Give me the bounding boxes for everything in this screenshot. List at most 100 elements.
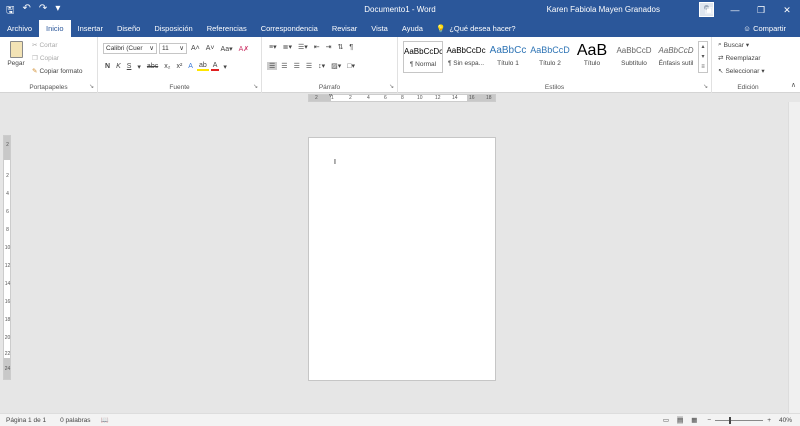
format-painter-label: Copiar formato [39, 67, 83, 75]
document-page[interactable]: I [308, 137, 496, 381]
close-icon[interactable]: ✕ [774, 0, 800, 20]
page-count[interactable]: Página 1 de 1 [6, 417, 46, 424]
font-name-combo[interactable]: Calibri (Cuer ∨ [103, 43, 157, 54]
minimize-icon[interactable]: — [722, 0, 748, 20]
print-layout-icon[interactable]: ▤ [677, 416, 684, 424]
justify-icon[interactable]: ☰ [304, 62, 314, 70]
underline-icon[interactable]: S [125, 63, 134, 70]
superscript-icon[interactable]: x² [174, 63, 184, 70]
paragraph-group-label: Párrafo [318, 84, 341, 91]
font-launcher-icon[interactable]: ↘ [253, 83, 258, 90]
collapse-ribbon-icon[interactable]: ∧ [791, 81, 796, 89]
style-normal[interactable]: AaBbCcDc ¶ Normal [403, 41, 443, 73]
style-no-spacing[interactable]: AaBbCcDc ¶ Sin espa... [446, 41, 486, 73]
chevron-down-icon: ▾ [761, 68, 765, 75]
strikethrough-icon[interactable]: abc [145, 63, 160, 70]
shading-icon[interactable]: ▨▾ [329, 62, 343, 70]
lightbulb-icon: 💡 [435, 24, 446, 33]
align-left-icon[interactable]: ☰ [267, 62, 278, 70]
format-painter-button[interactable]: ✎ Copiar formato [32, 67, 83, 76]
line-spacing-icon[interactable]: ↕▾ [316, 62, 327, 70]
ruler-tick: 14 [452, 95, 458, 101]
text-effects-icon[interactable]: A [186, 63, 195, 70]
dropdown-icon[interactable]: ▾ [135, 63, 143, 71]
style-name: ¶ Normal [409, 61, 437, 68]
style-heading-2[interactable]: AaBbCcD Título 2 [530, 41, 570, 73]
pilcrow-icon[interactable]: ¶ [347, 44, 355, 51]
vertical-scrollbar[interactable] [788, 102, 800, 413]
vertical-ruler[interactable]: 2 2 4 6 8 10 12 14 16 18 20 22 24 [3, 135, 11, 380]
italic-icon[interactable]: K [114, 63, 123, 70]
tab-correspondencia[interactable]: Correspondencia [254, 20, 325, 37]
sort-icon[interactable]: ⇅ [336, 43, 346, 51]
numbering-icon[interactable]: ≣▾ [281, 43, 294, 51]
ruler-tick: 2 [315, 95, 318, 101]
brush-icon: ✎ [32, 68, 38, 75]
dropdown-icon[interactable]: ▾ [221, 63, 229, 71]
read-mode-icon[interactable]: ▭ [663, 416, 669, 424]
paragraph-launcher-icon[interactable]: ↘ [389, 83, 394, 90]
style-heading-1[interactable]: AaBbCc Título 1 [488, 41, 528, 73]
restore-icon[interactable]: ❐ [748, 0, 774, 20]
multilevel-list-icon[interactable]: ☰▾ [296, 43, 310, 51]
tab-inicio[interactable]: Inicio [39, 20, 71, 37]
clipboard-launcher-icon[interactable]: ↘ [89, 83, 94, 90]
tab-revisar[interactable]: Revisar [325, 20, 364, 37]
zoom-level[interactable]: 40% [779, 417, 792, 424]
style-subtle-emphasis[interactable]: AaBbCcD Énfasis sutil [656, 41, 696, 73]
subscript-icon[interactable]: x₂ [162, 63, 172, 70]
bullets-icon[interactable]: ≡▾ [267, 43, 279, 51]
font-size-combo[interactable]: 11 ∨ [159, 43, 187, 54]
grow-font-icon[interactable]: A˄ [189, 45, 202, 52]
style-name: Título 2 [539, 60, 561, 67]
cut-label: Cortar [39, 41, 58, 49]
word-count[interactable]: 0 palabras [60, 417, 90, 424]
tab-ayuda[interactable]: Ayuda [395, 20, 430, 37]
tab-archivo[interactable]: Archivo [0, 20, 39, 37]
tab-disposicion[interactable]: Disposición [147, 20, 199, 37]
cut-button[interactable]: ✂ Cortar [32, 41, 58, 50]
paste-button[interactable]: Pegar [4, 41, 28, 67]
indent-marker-icon[interactable]: ▿ [329, 92, 332, 99]
style-name: ¶ Sin espa... [447, 60, 484, 67]
style-title[interactable]: AaB Título [572, 41, 612, 73]
select-button[interactable]: ↖ Seleccionar ▾ [718, 67, 765, 76]
ruler-tick: 6 [384, 95, 387, 101]
style-subtitle[interactable]: AaBbCcD Subtítulo [614, 41, 654, 73]
style-preview: AaBbCcDc [446, 46, 486, 55]
zoom-in-icon[interactable]: + [767, 417, 771, 424]
tab-insertar[interactable]: Insertar [71, 20, 110, 37]
increase-indent-icon[interactable]: ⇥ [324, 43, 334, 51]
share-button[interactable]: ☺ Compartir [743, 24, 786, 33]
editing-group-label: Edición [737, 84, 759, 91]
change-case-icon[interactable]: Aa▾ [219, 45, 235, 53]
tell-me-box[interactable]: 💡 ¿Qué desea hacer? [430, 24, 516, 33]
ribbon-display-icon[interactable]: ▣ [696, 0, 722, 20]
bold-icon[interactable]: N [103, 63, 112, 70]
styles-scroll[interactable]: ▴ ▾ ≡ [698, 41, 708, 73]
align-right-icon[interactable]: ☰ [292, 62, 302, 70]
tab-diseno[interactable]: Diseño [110, 20, 147, 37]
copy-label: Copiar [39, 54, 59, 62]
find-button[interactable]: ⌕ Buscar ▾ [718, 41, 749, 49]
proofing-icon[interactable]: 📖 [100, 416, 108, 424]
tab-referencias[interactable]: Referencias [200, 20, 254, 37]
clear-format-icon[interactable]: A✗ [237, 45, 252, 53]
shrink-font-icon[interactable]: A˅ [204, 45, 217, 52]
borders-icon[interactable]: □▾ [345, 62, 357, 70]
decrease-indent-icon[interactable]: ⇤ [312, 43, 322, 51]
ruler-tick: 22 [4, 351, 11, 357]
zoom-thumb[interactable] [729, 416, 732, 424]
styles-launcher-icon[interactable]: ↘ [703, 83, 708, 90]
horizontal-ruler[interactable]: 2 1 2 4 6 8 10 12 14 16 18 ▿ [308, 92, 496, 102]
web-layout-icon[interactable]: ▦ [691, 416, 697, 424]
user-name[interactable]: Karen Fabiola Mayen Granados [547, 5, 660, 14]
zoom-slider[interactable] [715, 416, 764, 424]
replace-button[interactable]: ⇄ Reemplazar [718, 54, 761, 63]
highlight-icon[interactable]: ab [196, 62, 209, 71]
tab-vista[interactable]: Vista [364, 20, 395, 37]
copy-button[interactable]: ❐ Copiar [32, 54, 59, 63]
font-color-icon[interactable]: A [210, 62, 220, 71]
zoom-out-icon[interactable]: − [707, 417, 711, 424]
align-center-icon[interactable]: ☰ [279, 62, 289, 70]
